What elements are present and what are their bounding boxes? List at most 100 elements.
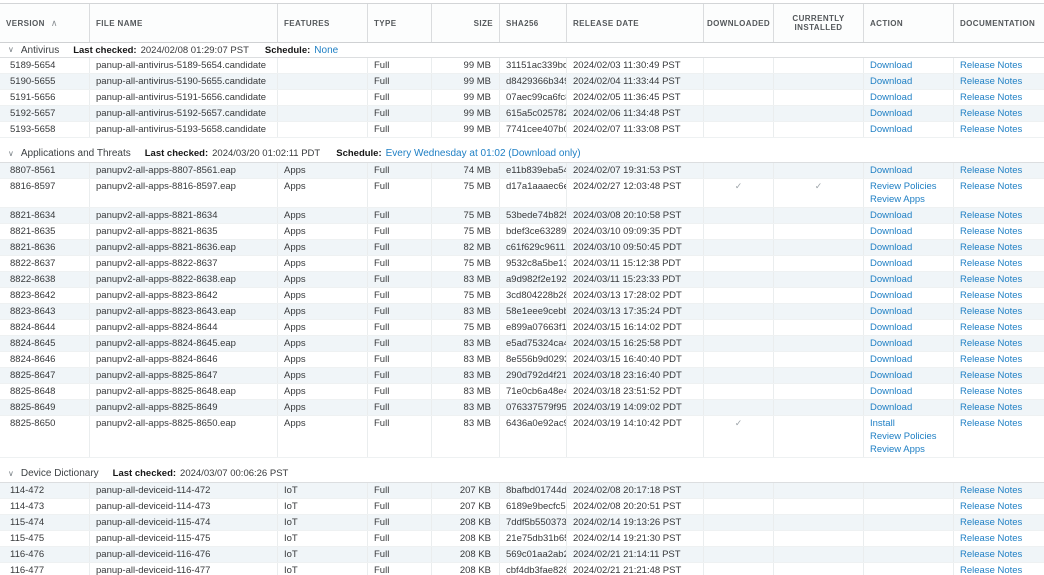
action-link[interactable]: Review Policies <box>870 430 947 443</box>
release-notes-link[interactable]: Release Notes <box>960 91 1038 104</box>
action-link[interactable]: Download <box>870 225 947 238</box>
column-header-currently-installed[interactable]: CURRENTLY INSTALLED <box>774 4 864 42</box>
dynamic-updates-table: VERSION ∧ FILE NAME FEATURES TYPE SIZE S… <box>0 3 1044 575</box>
release-notes-link[interactable]: Release Notes <box>960 305 1038 318</box>
release-notes-link[interactable]: Release Notes <box>960 321 1038 334</box>
action-link[interactable]: Download <box>870 257 947 270</box>
release-notes-link[interactable]: Release Notes <box>960 500 1038 513</box>
action-link[interactable]: Download <box>870 123 947 136</box>
cell-version: 8825-8650 <box>0 416 90 457</box>
column-header-downloaded[interactable]: DOWNLOADED <box>704 4 774 42</box>
cell-action: InstallReview PoliciesReview Apps <box>864 416 954 457</box>
action-link[interactable]: Download <box>870 107 947 120</box>
cell-type: Full <box>368 74 432 89</box>
action-link[interactable]: Review Apps <box>870 443 947 456</box>
action-link[interactable]: Download <box>870 164 947 177</box>
cell-file-name: panupv2-all-apps-8821-8634 <box>90 208 278 223</box>
cell-downloaded <box>704 483 774 498</box>
cell-downloaded <box>704 336 774 351</box>
action-link[interactable]: Download <box>870 289 947 302</box>
action-link[interactable]: Download <box>870 369 947 382</box>
cell-size: 208 KB <box>432 563 500 575</box>
cell-currently-installed <box>774 106 864 121</box>
cell-version: 114-472 <box>0 483 90 498</box>
action-link[interactable]: Download <box>870 401 947 414</box>
collapse-chevron-icon[interactable]: ∨ <box>8 45 14 55</box>
release-notes-link[interactable]: Release Notes <box>960 337 1038 350</box>
release-notes-link[interactable]: Release Notes <box>960 564 1038 575</box>
release-notes-link[interactable]: Release Notes <box>960 353 1038 366</box>
cell-features: Apps <box>278 416 368 457</box>
cell-file-name: panupv2-all-apps-8822-8637 <box>90 256 278 271</box>
column-header-sha256[interactable]: SHA256 <box>500 4 567 42</box>
release-notes-link[interactable]: Release Notes <box>960 484 1038 497</box>
action-link[interactable]: Download <box>870 273 947 286</box>
column-header-type[interactable]: TYPE <box>368 4 432 42</box>
cell-currently-installed <box>774 74 864 89</box>
cell-action: Download <box>864 368 954 383</box>
table-row: 5189-5654panup-all-antivirus-5189-5654.c… <box>0 58 1044 74</box>
table-row: 5190-5655panup-all-antivirus-5190-5655.c… <box>0 74 1044 90</box>
cell-action: Download <box>864 272 954 287</box>
release-notes-link[interactable]: Release Notes <box>960 257 1038 270</box>
action-link[interactable]: Download <box>870 59 947 72</box>
cell-version: 114-473 <box>0 499 90 514</box>
release-notes-link[interactable]: Release Notes <box>960 123 1038 136</box>
cell-action: Download <box>864 122 954 137</box>
cell-sha256: bdef3ce63289c... <box>500 224 567 239</box>
cell-sha256: 8bafbd01744d... <box>500 483 567 498</box>
release-notes-link[interactable]: Release Notes <box>960 516 1038 529</box>
release-notes-link[interactable]: Release Notes <box>960 209 1038 222</box>
release-notes-link[interactable]: Release Notes <box>960 273 1038 286</box>
release-notes-link[interactable]: Release Notes <box>960 289 1038 302</box>
release-notes-link[interactable]: Release Notes <box>960 417 1038 430</box>
action-link[interactable]: Download <box>870 385 947 398</box>
release-notes-link[interactable]: Release Notes <box>960 59 1038 72</box>
cell-sha256: d17a1aaaec6e6... <box>500 179 567 207</box>
action-link[interactable]: Install <box>870 417 947 430</box>
release-notes-link[interactable]: Release Notes <box>960 164 1038 177</box>
release-notes-link[interactable]: Release Notes <box>960 241 1038 254</box>
release-notes-link[interactable]: Release Notes <box>960 401 1038 414</box>
action-link[interactable]: Download <box>870 321 947 334</box>
action-link[interactable]: Download <box>870 337 947 350</box>
collapse-chevron-icon[interactable]: ∨ <box>8 149 14 159</box>
cell-sha256: 53bede74b825... <box>500 208 567 223</box>
cell-currently-installed <box>774 256 864 271</box>
cell-type: Full <box>368 499 432 514</box>
action-link[interactable]: Download <box>870 91 947 104</box>
release-notes-link[interactable]: Release Notes <box>960 107 1038 120</box>
column-header-version[interactable]: VERSION ∧ <box>0 4 90 42</box>
column-header-documentation[interactable]: DOCUMENTATION <box>954 4 1044 42</box>
column-header-release-date[interactable]: RELEASE DATE <box>567 4 704 42</box>
action-link[interactable]: Review Policies <box>870 180 947 193</box>
column-header-size[interactable]: SIZE <box>432 4 500 42</box>
column-header-action[interactable]: ACTION <box>864 4 954 42</box>
cell-file-name: panup-all-deviceid-114-473 <box>90 499 278 514</box>
collapse-chevron-icon[interactable]: ∨ <box>8 469 14 479</box>
schedule-link[interactable]: None <box>314 45 338 56</box>
cell-size: 99 MB <box>432 106 500 121</box>
cell-type: Full <box>368 368 432 383</box>
last-checked-value: 2024/03/20 01:02:11 PDT <box>212 148 320 159</box>
table-row: 8816-8597panupv2-all-apps-8816-8597.eapA… <box>0 179 1044 208</box>
column-header-features[interactable]: FEATURES <box>278 4 368 42</box>
action-link[interactable]: Download <box>870 75 947 88</box>
schedule-link[interactable]: Every Wednesday at 01:02 (Download only) <box>386 148 581 159</box>
column-header-file-name[interactable]: FILE NAME <box>90 4 278 42</box>
release-notes-link[interactable]: Release Notes <box>960 548 1038 561</box>
release-notes-link[interactable]: Release Notes <box>960 385 1038 398</box>
action-link[interactable]: Download <box>870 209 947 222</box>
action-link[interactable]: Download <box>870 305 947 318</box>
release-notes-link[interactable]: Release Notes <box>960 225 1038 238</box>
release-notes-link[interactable]: Release Notes <box>960 75 1038 88</box>
release-notes-link[interactable]: Release Notes <box>960 532 1038 545</box>
action-link[interactable]: Download <box>870 353 947 366</box>
action-link[interactable]: Download <box>870 241 947 254</box>
release-notes-link[interactable]: Release Notes <box>960 369 1038 382</box>
action-link[interactable]: Review Apps <box>870 193 947 206</box>
cell-documentation: Release Notes <box>954 208 1044 223</box>
release-notes-link[interactable]: Release Notes <box>960 180 1038 193</box>
cell-downloaded <box>704 122 774 137</box>
cell-version: 8823-8642 <box>0 288 90 303</box>
